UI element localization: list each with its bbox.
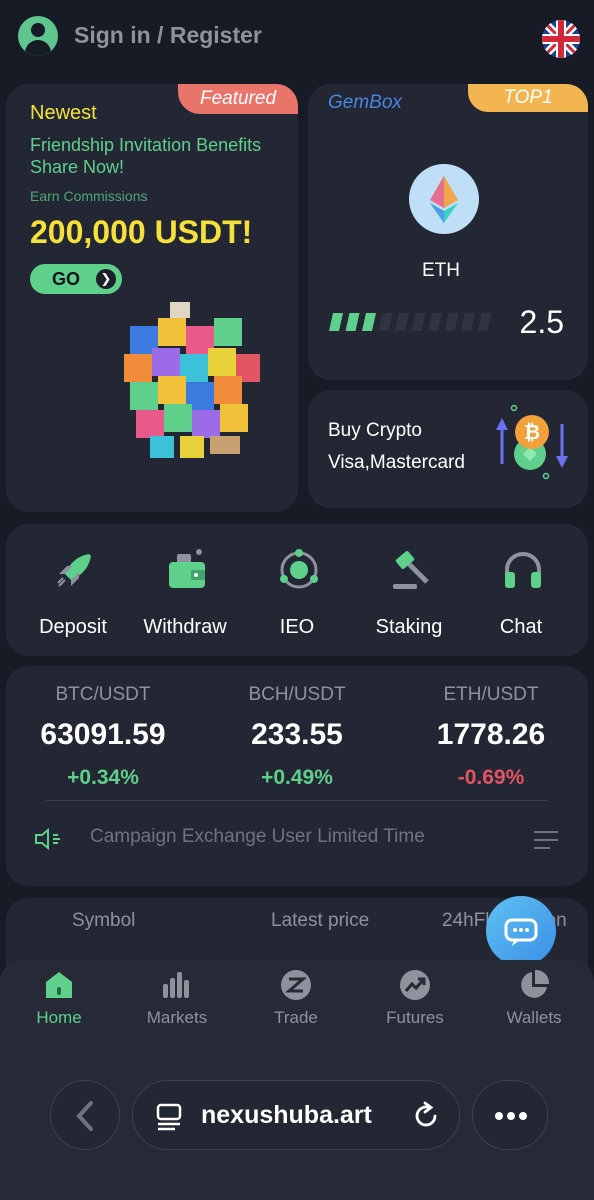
nav-wallets[interactable]: Wallets	[475, 968, 593, 1028]
go-button[interactable]: GO ❯	[30, 264, 122, 294]
svg-text:₿: ₿	[524, 422, 540, 444]
nav-home[interactable]: Home	[0, 968, 118, 1028]
page-menu-icon[interactable]	[155, 1101, 185, 1131]
user-avatar-icon[interactable]	[18, 16, 58, 56]
progress-segment	[378, 313, 393, 331]
divider	[46, 800, 548, 801]
chat-button[interactable]: Chat	[465, 524, 577, 656]
chevron-left-icon	[76, 1101, 93, 1131]
crypto-cubes-illustration	[124, 302, 260, 458]
uk-flag-icon[interactable]	[542, 20, 580, 58]
announcement-marquee[interactable]: Campaign Exchange User Limited Time	[90, 826, 490, 848]
trade-icon	[281, 970, 311, 1000]
floating-chat-button[interactable]	[486, 896, 556, 966]
progress-segment	[362, 313, 376, 331]
gembox-card[interactable]: GemBox TOP1 ETH 2.5	[308, 84, 588, 380]
gembox-value: 2.5	[519, 304, 564, 340]
gembox-coin-name: ETH	[422, 260, 460, 281]
bitcoin-exchange-icon: ₿	[496, 404, 568, 480]
more-dots-icon	[495, 1112, 527, 1120]
ticker-pair: ETH/USDT	[443, 684, 539, 705]
wallet-icon	[169, 549, 205, 588]
nav-futures[interactable]: Futures	[356, 968, 474, 1028]
ticker-change: -0.69%	[457, 766, 525, 789]
menu-lines-icon[interactable]	[534, 830, 558, 850]
top1-tag: TOP1	[468, 84, 588, 112]
go-label: GO	[52, 269, 81, 289]
sign-in-register-link[interactable]: Sign in / Register	[74, 22, 262, 49]
progress-segment	[345, 313, 360, 331]
ieo-button[interactable]: IEO	[241, 524, 353, 656]
ticker-pair: BCH/USDT	[248, 684, 346, 705]
invitation-headline: Friendship Invitation Benefits Share Now…	[30, 135, 262, 177]
progress-segment	[329, 313, 343, 331]
address-bar[interactable]: nexushuba.art	[132, 1080, 460, 1150]
ticker-change: +0.49%	[261, 766, 333, 789]
ethereum-icon	[409, 164, 479, 234]
chevron-right-icon: ❯	[96, 269, 116, 289]
nav-markets[interactable]: Markets	[118, 968, 236, 1028]
gembox-progress-bar	[329, 313, 492, 331]
gembox-label: GemBox	[328, 92, 402, 113]
commission-amount: 200,000 USDT!	[30, 214, 253, 250]
featured-invitation-card[interactable]: Featured Newest Friendship Invitation Be…	[6, 84, 298, 512]
staking-button[interactable]: Staking	[353, 524, 465, 656]
home-icon	[46, 972, 72, 998]
ticker-price: 63091.59	[40, 718, 166, 751]
market-ticker-card: BTC/USDT 63091.59 +0.34% BCH/USDT 233.55…	[6, 666, 588, 886]
headset-icon	[505, 551, 541, 588]
orbit-icon	[280, 549, 318, 589]
quick-actions: Deposit Withdraw IEO Staking Chat	[6, 524, 588, 656]
url-text: nexushuba.art	[201, 1101, 372, 1129]
progress-segment	[461, 313, 475, 331]
rocket-icon	[57, 554, 91, 587]
gavel-icon	[393, 551, 429, 589]
ticker-eth-usdt[interactable]: ETH/USDT 1778.26 -0.69%	[394, 666, 588, 790]
ticker-price: 1778.26	[436, 718, 546, 751]
withdraw-button[interactable]: Withdraw	[129, 524, 241, 656]
payment-methods-label: Visa,Mastercard	[328, 452, 465, 473]
wallets-icon	[521, 969, 550, 998]
progress-segment	[395, 313, 409, 331]
progress-segment	[411, 313, 426, 331]
deposit-button[interactable]: Deposit	[17, 524, 129, 656]
ticker-bch-usdt[interactable]: BCH/USDT 233.55 +0.49%	[200, 666, 394, 790]
featured-tag: Featured	[178, 84, 298, 114]
buy-crypto-title: Buy Crypto	[328, 420, 422, 441]
ticker-btc-usdt[interactable]: BTC/USDT 63091.59 +0.34%	[6, 666, 200, 790]
markets-icon	[163, 972, 189, 998]
ticker-price: 233.55	[251, 718, 343, 751]
column-header-symbol[interactable]: Symbol	[72, 910, 135, 932]
chat-bubble-icon	[504, 918, 538, 946]
futures-icon	[400, 970, 430, 1000]
buy-crypto-card[interactable]: Buy Crypto Visa,Mastercard ₿	[308, 390, 588, 508]
column-header-latest-price[interactable]: Latest price	[271, 910, 369, 932]
header: Sign in / Register	[0, 0, 594, 80]
ticker-pair: BTC/USDT	[55, 684, 151, 705]
reload-icon[interactable]	[411, 1101, 441, 1131]
earn-commissions-label: Earn Commissions	[30, 188, 148, 204]
newest-label: Newest	[30, 102, 97, 124]
speaker-icon	[35, 828, 60, 850]
progress-segment	[477, 313, 492, 331]
progress-segment	[444, 313, 459, 331]
ticker-change: +0.34%	[67, 766, 139, 789]
browser-back-button[interactable]	[50, 1080, 120, 1150]
browser-more-button[interactable]	[472, 1080, 548, 1150]
progress-segment	[428, 313, 442, 331]
nav-trade[interactable]: Trade	[237, 968, 355, 1028]
